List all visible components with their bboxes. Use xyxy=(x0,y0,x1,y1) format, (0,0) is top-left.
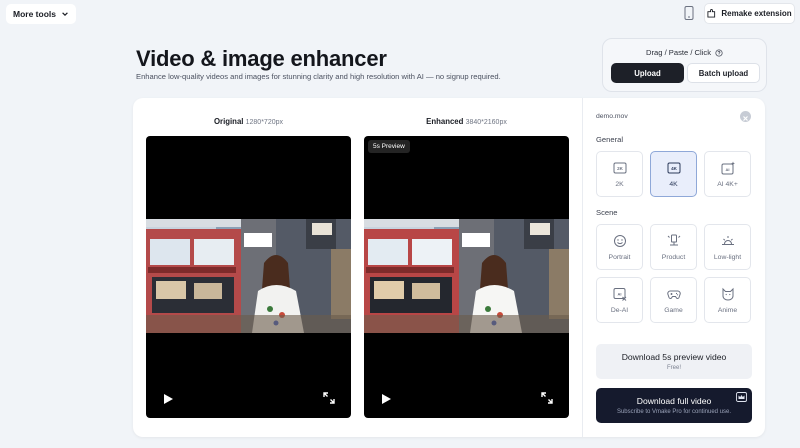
download-full-subtitle: Subscribe to Vmake Pro for continued use… xyxy=(616,409,732,415)
upload-dropzone[interactable]: Drag / Paste / Click Upload Batch upload xyxy=(602,38,767,92)
page-title: Video & image enhancer xyxy=(136,46,387,71)
sunrise-icon xyxy=(721,235,734,245)
enhanced-title: Enhanced xyxy=(426,117,464,126)
expand-icon[interactable] xyxy=(323,392,335,404)
enhanced-label: Enhanced 3840*2160px xyxy=(364,117,569,126)
extension-puzzle-icon xyxy=(707,9,716,18)
svg-text:AI: AI xyxy=(725,167,729,172)
scene-portrait[interactable]: Portrait xyxy=(596,224,643,270)
anime-cat-icon xyxy=(722,287,733,300)
scene-low-light[interactable]: Low-light xyxy=(704,224,751,270)
expand-icon[interactable] xyxy=(541,392,553,404)
option-label: Portrait xyxy=(608,253,631,261)
panel-divider xyxy=(582,98,583,437)
download-full-button[interactable]: Download full video Subscribe to Vmake P… xyxy=(596,388,752,423)
option-label: 2K xyxy=(615,180,624,188)
video-frame-image xyxy=(364,219,569,333)
more-tools-label: More tools xyxy=(13,9,56,19)
help-circle-icon[interactable] xyxy=(715,48,723,57)
more-tools-button[interactable]: More tools xyxy=(6,4,76,24)
svg-text:AI: AI xyxy=(617,291,621,296)
scene-de-ai[interactable]: AI De-AI xyxy=(596,277,643,323)
mobile-phone-icon[interactable] xyxy=(684,6,694,20)
option-label: 4K xyxy=(669,180,678,188)
smile-face-icon xyxy=(613,234,626,247)
svg-text:2K: 2K xyxy=(617,166,624,171)
scene-anime[interactable]: Anime xyxy=(704,277,751,323)
option-4k[interactable]: 4K 4K xyxy=(650,151,697,197)
gamepad-icon xyxy=(666,290,681,299)
close-icon xyxy=(743,116,748,121)
enhanced-video-player[interactable]: 5s Preview xyxy=(364,136,569,418)
2k-icon: 2K xyxy=(613,162,626,173)
batch-upload-button[interactable]: Batch upload xyxy=(687,63,760,83)
option-ai-4k-plus[interactable]: AI AI 4K+ xyxy=(704,151,751,197)
general-section-title: General xyxy=(596,135,624,144)
scene-game[interactable]: Game xyxy=(650,277,697,323)
enhanced-resolution: 3840*2160px xyxy=(465,119,507,126)
original-resolution: 1280*720px xyxy=(245,119,283,126)
download-preview-title: Download 5s preview video xyxy=(621,352,727,362)
original-title: Original xyxy=(213,117,244,126)
option-label: Product xyxy=(661,253,686,261)
original-label: Original 1280*720px xyxy=(146,117,351,126)
chevron-down-icon xyxy=(62,12,68,17)
download-full-title: Download full video xyxy=(636,396,712,406)
play-icon[interactable] xyxy=(380,393,392,405)
preview-badge: 5s Preview xyxy=(368,140,410,153)
product-stand-icon xyxy=(667,234,680,245)
page-subtitle: Enhance low-quality videos and images fo… xyxy=(136,72,501,81)
upload-instructions: Drag / Paste / Click xyxy=(603,48,766,57)
option-2k[interactable]: 2K 2K xyxy=(596,151,643,197)
option-label: AI 4K+ xyxy=(717,180,738,188)
ai-4k-icon: AI xyxy=(721,161,735,174)
crown-icon xyxy=(736,392,747,402)
remake-extension-label: Remake extension xyxy=(721,9,792,18)
original-video-player[interactable] xyxy=(146,136,351,418)
remake-extension-button[interactable]: Remake extension xyxy=(704,3,795,24)
remove-file-button[interactable] xyxy=(740,111,751,122)
play-icon[interactable] xyxy=(162,393,174,405)
upload-title: Drag / Paste / Click xyxy=(646,48,711,57)
de-ai-icon: AI xyxy=(613,287,626,301)
option-label: De-AI xyxy=(610,306,629,314)
scene-product[interactable]: Product xyxy=(650,224,697,270)
option-label: Game xyxy=(664,306,683,314)
enhancer-card: Original 1280*720px Enhanced 3840*2160px xyxy=(133,98,765,437)
download-preview-button[interactable]: Download 5s preview video Free! xyxy=(596,344,752,379)
svg-text:4K: 4K xyxy=(671,166,678,171)
scene-section-title: Scene xyxy=(596,208,618,217)
option-label: Low-light xyxy=(713,253,742,261)
option-label: Anime xyxy=(717,306,738,314)
file-name: demo.mov xyxy=(596,113,628,120)
4k-icon: 4K xyxy=(667,162,680,173)
download-preview-subtitle: Free! xyxy=(666,365,681,371)
upload-button[interactable]: Upload xyxy=(611,63,684,83)
video-frame-image xyxy=(146,219,351,333)
